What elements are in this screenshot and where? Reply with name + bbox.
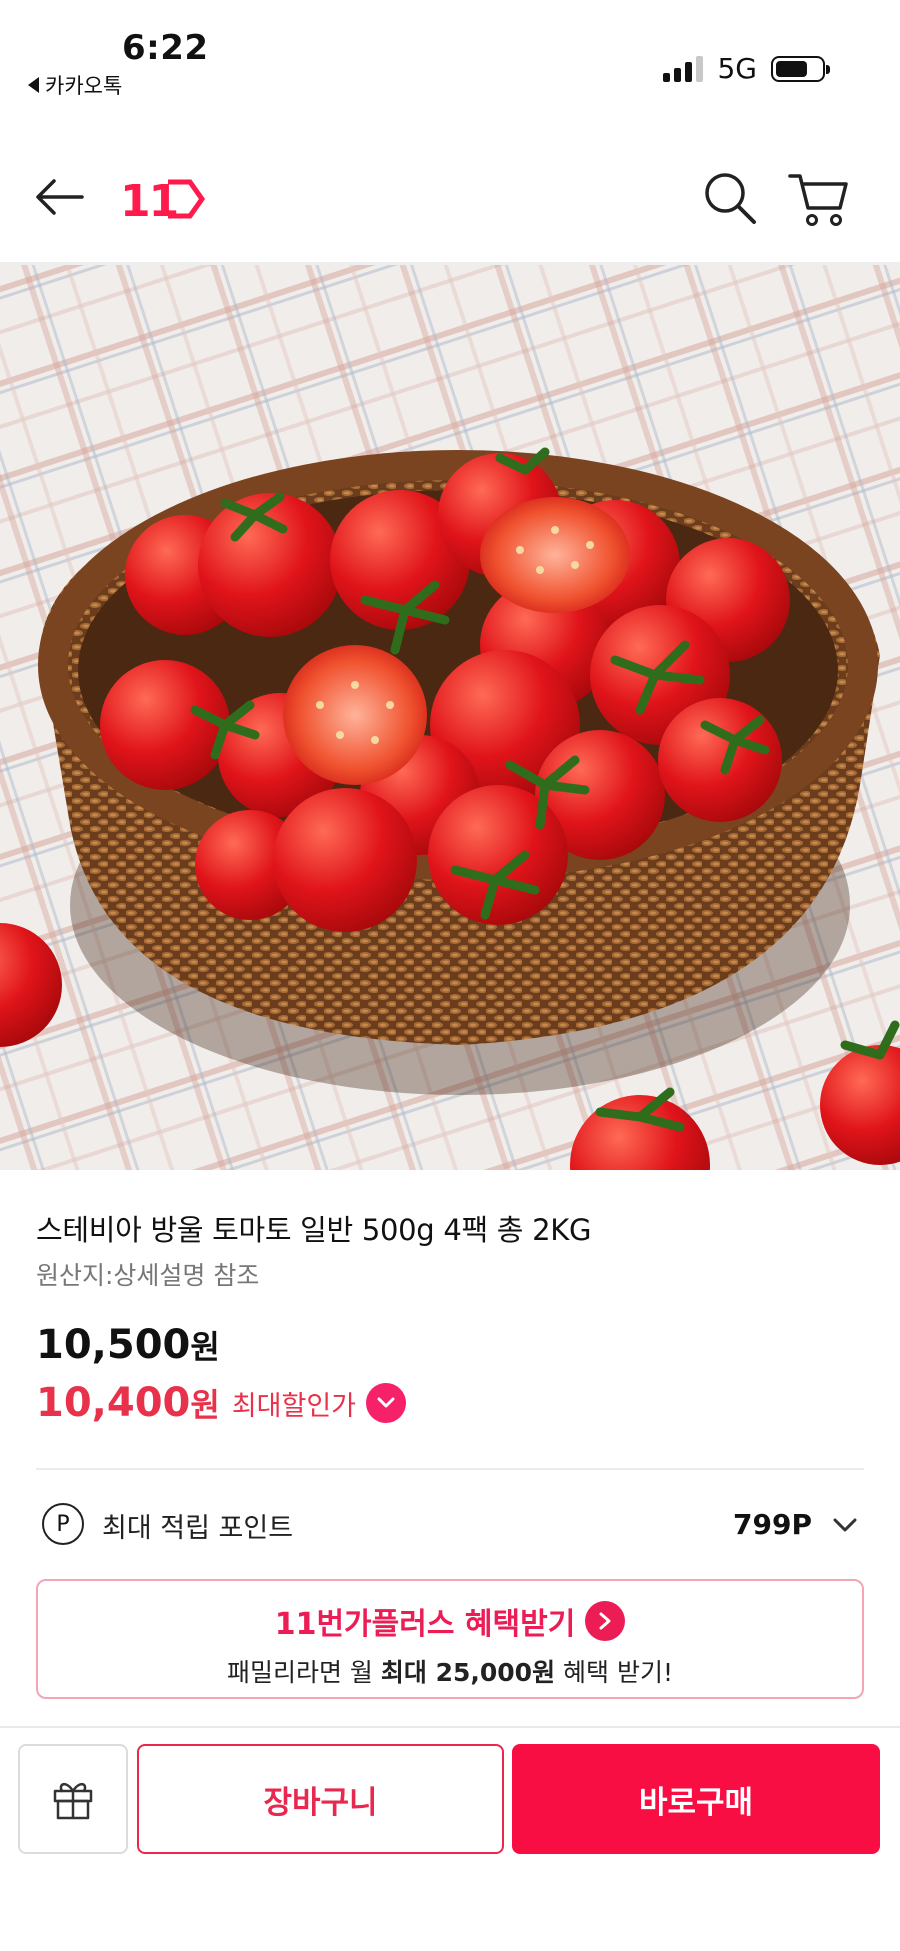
- points-row[interactable]: P 최대 적립 포인트 799P: [36, 1500, 864, 1548]
- network-label: 5G: [717, 52, 757, 85]
- points-value: 799P: [733, 1508, 812, 1541]
- gift-icon: [53, 1783, 93, 1820]
- back-to-app-link[interactable]: 카카오톡: [28, 70, 122, 100]
- promo-subtitle-pre: 패밀리라면 월: [226, 1658, 381, 1687]
- promo-title: 11번가플러스 혜택받기: [274, 1607, 576, 1642]
- back-app-label: 카카오톡: [45, 74, 123, 98]
- product-image[interactable]: [0, 265, 900, 1170]
- cart-icon: [788, 174, 848, 226]
- status-time: 6:22: [122, 28, 209, 68]
- buy-now-button[interactable]: 바로구매: [512, 1744, 880, 1854]
- promo-subtitle: 패밀리라면 월 최대 25,000원 혜택 받기!: [38, 1653, 862, 1689]
- discount-label: 최대할인가: [231, 1390, 357, 1422]
- battery-icon: [771, 55, 830, 82]
- product-origin: 원산지:상세설명 참조: [36, 1261, 260, 1290]
- price-discount-value: 10,400: [36, 1380, 191, 1426]
- points-label: 최대 적립 포인트: [102, 1513, 294, 1544]
- section-divider: [36, 1468, 864, 1470]
- points-icon: P: [42, 1503, 84, 1545]
- signal-icon: [663, 55, 704, 82]
- back-triangle-icon: [28, 77, 39, 93]
- promo-subtitle-bold: 최대 25,000원: [380, 1658, 556, 1687]
- search-button[interactable]: [700, 168, 760, 228]
- gift-button[interactable]: [18, 1744, 128, 1854]
- product-title: 스테비아 방울 토마토 일반 500g 4팩 총 2KG: [36, 1213, 592, 1247]
- logo-11st[interactable]: 11: [118, 172, 208, 226]
- bottom-divider: [0, 1726, 900, 1728]
- discount-price-row[interactable]: 10,400원 최대할인가: [36, 1380, 407, 1426]
- promo-subtitle-post: 혜택 받기!: [555, 1658, 673, 1687]
- add-to-cart-button[interactable]: 장바구니: [137, 1744, 504, 1854]
- price-original-unit: 원: [190, 1328, 220, 1366]
- status-bar: 6:22 카카오톡 5G: [0, 0, 900, 110]
- app-header: 11: [0, 150, 900, 250]
- cart-button[interactable]: [786, 168, 852, 228]
- plus-promo-banner[interactable]: 11번가플러스 혜택받기 패밀리라면 월 최대 25,000원 혜택 받기!: [36, 1579, 864, 1699]
- price-discount-unit: 원: [190, 1386, 220, 1424]
- chevron-down-icon: [833, 1518, 857, 1532]
- chevron-down-icon: [377, 1397, 395, 1408]
- search-icon: [705, 173, 756, 224]
- discount-expand-button[interactable]: [366, 1383, 407, 1423]
- back-button[interactable]: [32, 170, 86, 224]
- chevron-right-icon: [585, 1601, 626, 1641]
- price-original: 10,500원: [36, 1322, 220, 1368]
- promo-title-row: 11번가플러스 혜택받기: [38, 1599, 862, 1643]
- back-arrow-icon: [36, 179, 84, 215]
- price-discount: 10,400원: [36, 1380, 220, 1426]
- price-original-value: 10,500: [36, 1322, 191, 1368]
- bottom-action-bar: 장바구니 바로구매: [0, 1744, 900, 1856]
- status-indicators: 5G: [663, 52, 830, 85]
